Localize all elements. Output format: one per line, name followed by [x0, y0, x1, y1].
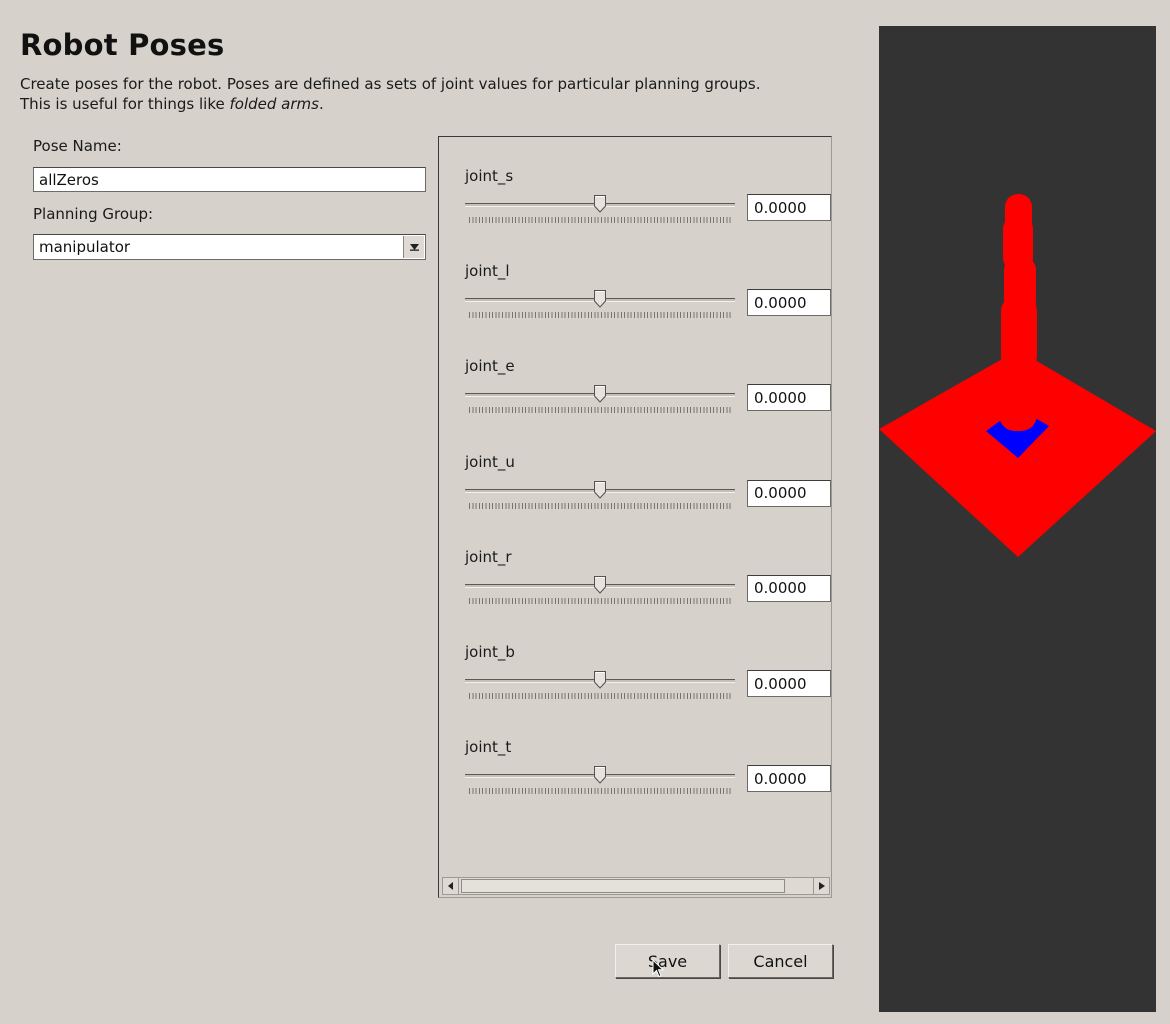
joint-label: joint_e	[465, 357, 515, 376]
robot-arm	[999, 194, 1037, 431]
scrollbar-thumb[interactable]	[461, 879, 785, 893]
joint-slider-handle[interactable]	[594, 480, 606, 499]
joint-slider-handle[interactable]	[594, 385, 606, 404]
mouse-pointer-icon	[652, 959, 665, 978]
joint-label: joint_s	[465, 167, 514, 185]
joint-label: joint_r	[465, 547, 512, 566]
joint-slider-handle[interactable]	[594, 671, 606, 689]
page-title: Robot Poses	[20, 28, 225, 62]
description-line-2: This is useful for things like folded ar…	[20, 94, 860, 114]
pose-name-input[interactable]	[33, 167, 426, 192]
horizontal-scrollbar[interactable]	[442, 877, 830, 895]
joint-slider-ticks	[469, 217, 731, 223]
joint-label: joint_b	[465, 643, 515, 661]
joint-value-input[interactable]	[747, 765, 831, 793]
joint-value-input[interactable]	[747, 670, 831, 697]
joint-slider-ticks	[469, 312, 731, 319]
joint-slider-ticks	[469, 407, 731, 414]
joint-slider-handle[interactable]	[594, 290, 606, 308]
joint-value-input[interactable]	[747, 384, 831, 412]
cancel-button[interactable]: Cancel	[728, 944, 833, 978]
joint-value-input[interactable]	[747, 289, 831, 317]
description-line-1: Create poses for the robot. Poses are de…	[20, 75, 761, 93]
joint-slider-handle[interactable]	[594, 766, 606, 784]
joint-slider-ticks	[469, 597, 731, 604]
robot-model	[879, 194, 1156, 557]
joint-label: joint_u	[465, 452, 515, 471]
chevron-down-icon[interactable]	[403, 236, 424, 258]
description-emphasis: folded arms	[229, 95, 319, 113]
planning-group-value: manipulator	[39, 238, 131, 256]
arrow-left-icon[interactable]	[443, 878, 459, 894]
planning-group-label: Planning Group:	[33, 205, 154, 223]
joint-slider-handle[interactable]	[594, 575, 606, 594]
joint-value-input[interactable]	[747, 194, 831, 221]
description-prefix: This is useful for things like	[20, 95, 230, 113]
joint-slider-ticks	[469, 788, 731, 795]
page-description: Create poses for the robot. Poses are de…	[20, 74, 860, 114]
joint-value-input[interactable]	[747, 479, 831, 507]
robot-3d-viewport[interactable]	[879, 26, 1156, 1012]
joint-label: joint_l	[465, 262, 510, 281]
joints-scroll-panel: joint_s joint_l joint_e joint_u joint_rjoint…	[438, 136, 832, 898]
joint-slider-handle[interactable]	[594, 195, 606, 213]
pose-name-label: Pose Name:	[33, 137, 122, 155]
planning-group-select[interactable]: manipulator	[33, 234, 426, 260]
joint-label: joint_t	[465, 738, 512, 757]
joint-slider-ticks	[469, 693, 731, 699]
joint-value-input[interactable]	[747, 574, 831, 602]
save-button[interactable]: Save	[615, 944, 720, 978]
arrow-right-icon[interactable]	[813, 878, 829, 894]
joint-slider-ticks	[469, 502, 731, 509]
description-suffix: .	[318, 95, 324, 113]
